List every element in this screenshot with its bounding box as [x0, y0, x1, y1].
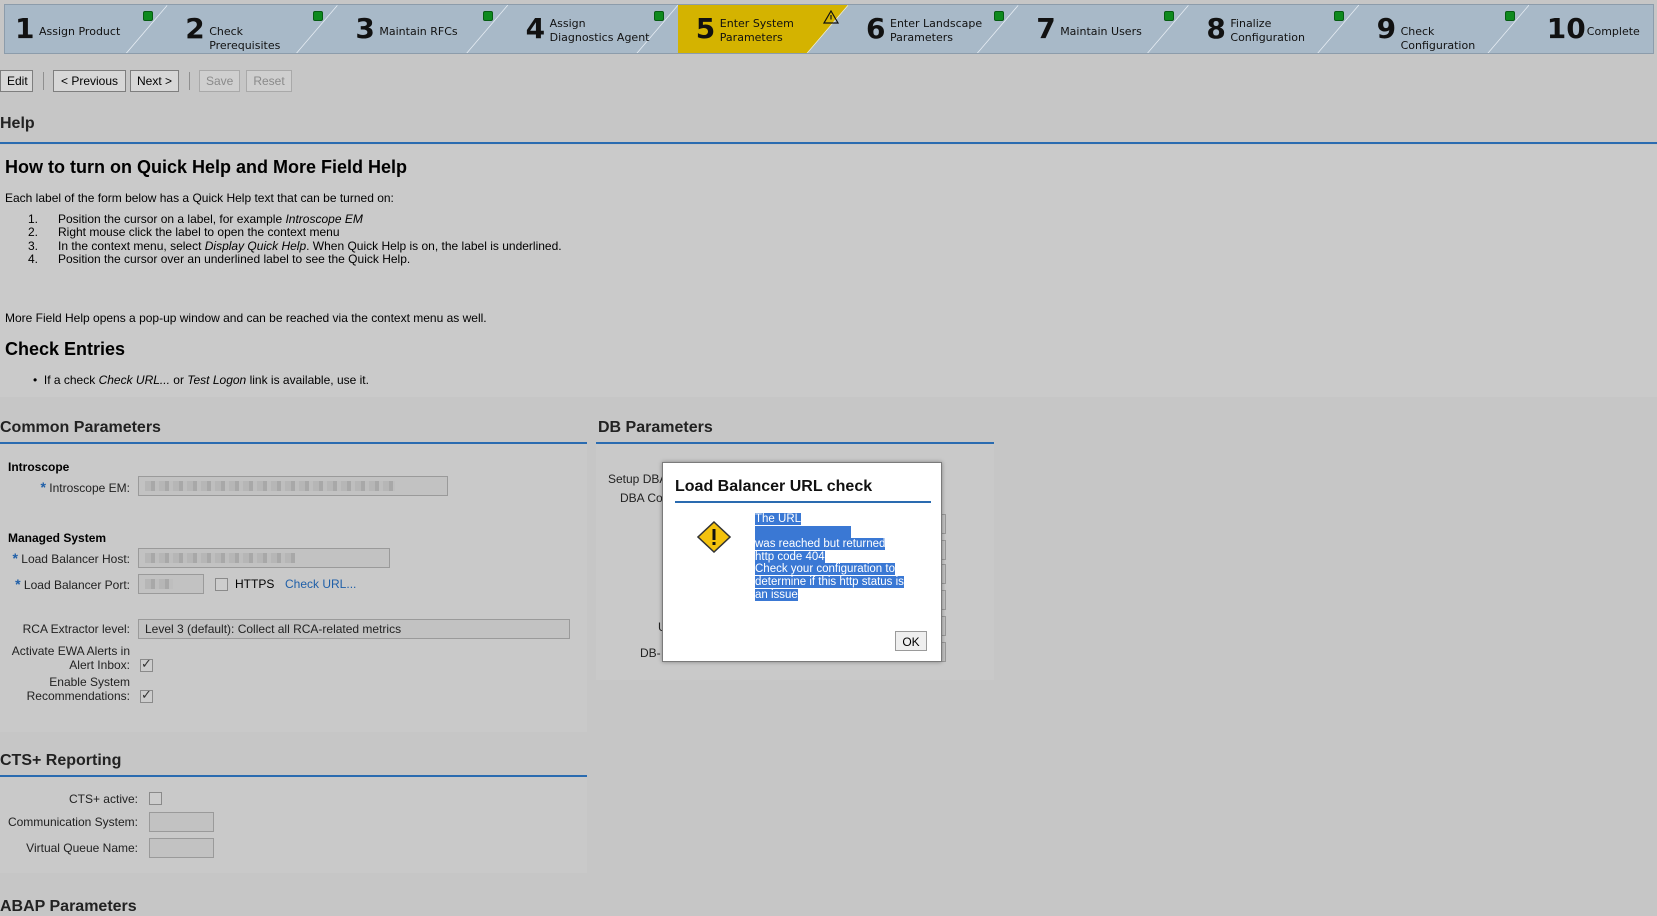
help-step-text: Right mouse click the label to open the …	[58, 225, 340, 240]
dialog-message-line	[755, 525, 851, 538]
roadmap-step-number: 4	[525, 12, 546, 45]
managed-system-group-label: Managed System	[8, 531, 107, 545]
load-balancer-host-label: * Load Balancer Host:	[12, 550, 130, 566]
check-entries-heading: Check Entries	[5, 339, 126, 359]
status-ok-icon	[653, 11, 664, 21]
introscope-group-label: Introscope	[8, 460, 70, 474]
save-button[interactable]: Save	[199, 70, 240, 92]
previous-button[interactable]: < Previous	[53, 70, 126, 92]
db-parameters-title: DB Parameters	[598, 419, 713, 436]
cts-active-label: CTS+ active:	[68, 792, 138, 806]
status-ok-icon	[994, 11, 1004, 21]
communication-system-field[interactable]	[149, 812, 214, 832]
https-label: HTTPS	[235, 577, 275, 591]
roadmap-step-label: Finalize Configuration	[1230, 17, 1305, 44]
reset-button[interactable]: Reset	[246, 70, 292, 92]
roadmap-step-number: 7	[1036, 12, 1056, 45]
load-balancer-port-label: * Load Balancer Port:	[15, 576, 130, 592]
help-panel: How to turn on Quick Help and More Field…	[0, 145, 1657, 397]
ewa-alerts-label: Activate EWA Alerts in Alert Inbox:	[11, 644, 130, 672]
roadmap-step-label: Maintain Users	[1060, 25, 1142, 38]
warning-icon	[697, 521, 731, 553]
roadmap-step-number: 9	[1376, 12, 1397, 45]
roadmap-step-number: 1	[15, 12, 35, 45]
status-ok-icon	[483, 11, 494, 21]
dba-cockpit-label: DBA Co	[620, 491, 663, 505]
warning-icon	[822, 10, 839, 24]
db-label: DB-	[640, 646, 661, 660]
status-ok-icon	[1504, 11, 1515, 21]
help-step-number: 2.	[28, 225, 39, 240]
help-section-title: Help	[0, 115, 35, 132]
system-recommendations-label: Enable System Recommendations:	[26, 675, 130, 703]
cts-reporting-title: CTS+ Reporting	[0, 752, 122, 769]
load-balancer-host-field[interactable]	[138, 548, 390, 568]
roadmap-step-number: 5	[695, 12, 716, 45]
roadmap-step-label: Assign Product	[39, 25, 121, 38]
common-parameters-title: Common Parameters	[0, 419, 161, 436]
roadmap-step-number: 8	[1206, 12, 1226, 45]
dialog-message-line: The URL	[755, 513, 802, 525]
dialog-message-line: an issue	[755, 588, 798, 601]
help-heading: How to turn on Quick Help and More Field…	[5, 157, 408, 177]
toolbar-separator	[189, 72, 190, 90]
https-checkbox[interactable]	[215, 578, 228, 591]
abap-parameters-title: ABAP Parameters	[0, 898, 137, 915]
roadmap-step-number: 6	[866, 12, 886, 45]
wizard-roadmap: 1 Assign Product 2 Check Prerequisites 3 Main…	[4, 4, 1654, 54]
roadmap-step-number: 3	[355, 12, 375, 45]
rca-extractor-label: RCA Extractor level:	[22, 622, 130, 636]
help-intro: Each label of the form below has a Quick…	[5, 191, 394, 205]
help-step-text: Position the cursor over an underlined l…	[58, 251, 411, 266]
check-url-link[interactable]: Check URL...	[285, 577, 356, 591]
dialog-message-line: determine if this http status is	[755, 575, 904, 588]
roadmap-step-label: Enter System Parameters	[719, 17, 794, 44]
roadmap-step-number: 10	[1546, 12, 1586, 45]
dialog-message-line: was reached but returned	[755, 538, 886, 551]
common-parameters-panel: Introscope * Introscope EM: Managed Syst…	[0, 444, 587, 732]
help-step-text: Position the cursor on a label, for exam…	[58, 212, 363, 226]
system-recommendations-checkbox[interactable]	[140, 688, 153, 703]
roadmap-step-label: Enter Landscape Parameters	[890, 17, 983, 44]
edit-button[interactable]: Edit	[0, 70, 33, 92]
next-button[interactable]: Next >	[130, 70, 179, 92]
load-balancer-port-field[interactable]	[138, 574, 204, 594]
roadmap-step-label: Check Configuration	[1400, 25, 1476, 52]
dialog-message: The URL was reached but returned http cod…	[755, 513, 915, 601]
communication-system-label: Communication System:	[7, 815, 138, 829]
dialog-message-line: http code 404	[755, 550, 825, 563]
help-step-text: In the context menu, select Display Quic…	[58, 238, 562, 253]
dialog-message-line: Check your configuration to	[755, 563, 895, 576]
rca-extractor-select[interactable]: Level 3 (default): Collect all RCA-relat…	[138, 619, 570, 639]
help-step-number: 1.	[28, 212, 39, 226]
setup-dba-label: Setup DBA	[608, 472, 668, 486]
dialog-title: Load Balancer URL check	[675, 478, 873, 495]
roadmap-step-label: Complete	[1586, 25, 1640, 38]
introscope-em-field[interactable]	[138, 476, 448, 496]
cts-active-checkbox[interactable]	[149, 792, 162, 805]
check-entries-item: • If a check Check URL... or Test Logon …	[33, 373, 369, 387]
virtual-queue-label: Virtual Queue Name:	[26, 841, 138, 855]
load-balancer-url-check-dialog: Load Balancer URL check The URL was reac…	[662, 462, 942, 662]
dialog-divider	[675, 501, 931, 503]
roadmap-step-label: Maintain RFCs	[379, 25, 458, 38]
ewa-alerts-checkbox[interactable]	[140, 657, 153, 672]
status-ok-icon	[1334, 11, 1345, 21]
toolbar-separator	[43, 72, 44, 90]
introscope-em-label: * Introscope EM:	[40, 479, 131, 495]
cts-reporting-panel: CTS+ active: Communication System: Virtu…	[0, 777, 587, 873]
virtual-queue-field[interactable]	[149, 838, 214, 858]
roadmap-step-label: Check Prerequisites	[209, 25, 281, 52]
roadmap-step-label: Assign Diagnostics Agent	[549, 17, 650, 44]
help-more: More Field Help opens a pop-up window an…	[5, 311, 487, 325]
status-ok-icon	[1164, 11, 1175, 21]
help-step-number: 3.	[28, 238, 39, 253]
help-step-number: 4.	[28, 251, 39, 266]
help-divider	[0, 142, 1657, 144]
roadmap-step-number: 2	[185, 12, 205, 45]
status-ok-icon	[143, 11, 153, 21]
ok-button[interactable]: OK	[895, 631, 927, 651]
status-ok-icon	[313, 11, 324, 21]
